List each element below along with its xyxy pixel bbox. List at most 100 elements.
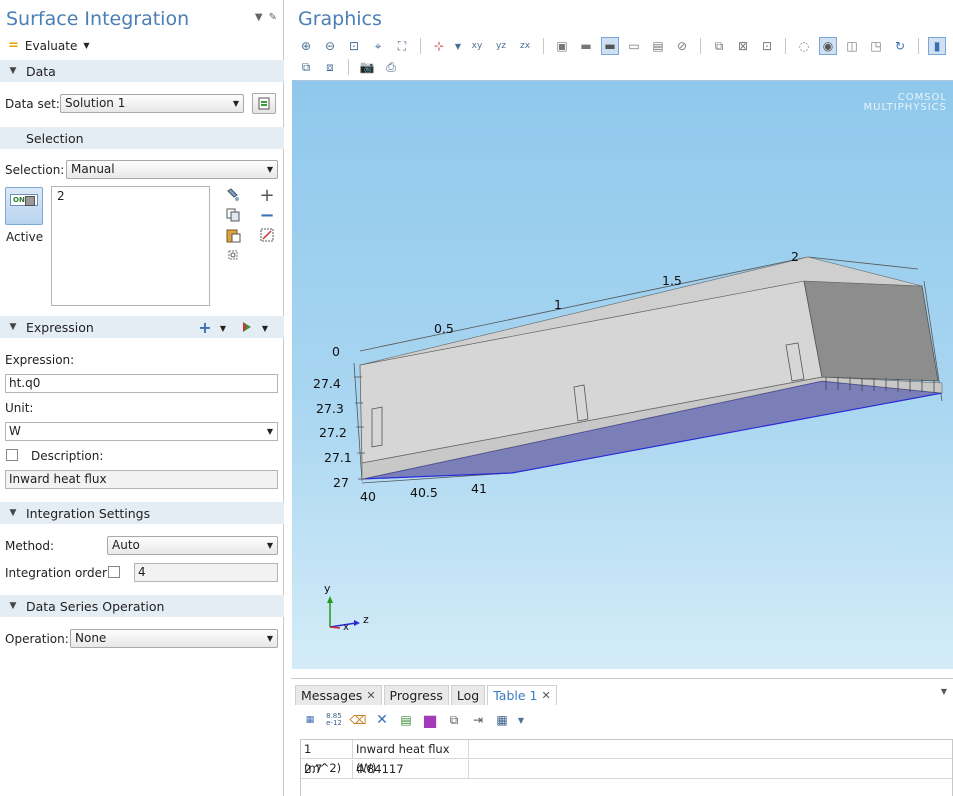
hide-geometric-icon[interactable]: ◌ [795,37,813,55]
active-toggle[interactable]: ON [5,187,43,225]
grid-icon[interactable]: ▤ [649,37,667,55]
table-header-cell[interactable]: 1 (m^2) [301,740,353,775]
render-mode-icon[interactable]: ▬ [601,37,619,55]
table-header-cell[interactable]: Inward heat flux (W) [353,740,469,775]
integration-order-input[interactable]: 4 [134,563,278,582]
graphics-viewport[interactable]: COMSOL MULTIPHYSICS 0 0.5 1 1.5 2 27.4 2… [292,80,953,669]
tab-messages[interactable]: Messages ✕ [295,685,382,705]
zoom-selected-icon[interactable]: ⌖ [369,37,387,55]
remove-from-selection-icon[interactable]: − [258,205,276,226]
zoom-to-selection-icon[interactable] [224,246,242,264]
operation-select[interactable]: None ▼ [70,629,278,648]
section-data-series-operation[interactable]: ▼ Data Series Operation [0,595,284,617]
chevron-down-icon: ▼ [266,541,273,550]
table-graph-icon[interactable]: ▤ [397,711,415,729]
zoom-out-icon[interactable]: ⊖ [321,37,339,55]
table-cell[interactable]: 2.7 [301,760,353,779]
model-view[interactable] [292,81,953,669]
method-select[interactable]: Auto ▼ [107,536,278,555]
data-set-select[interactable]: Solution 1 ▼ [60,94,244,113]
section-selection[interactable]: ▼ Selection [0,127,284,149]
tab-table-label: Table 1 [493,688,538,703]
integration-order-checkbox[interactable] [108,566,120,578]
clear-selection-icon[interactable] [258,226,276,244]
show-icon[interactable]: ◉ [819,37,837,55]
selection-label: Selection: [5,163,65,177]
clear-select-icon[interactable]: ⊡ [758,37,776,55]
add-to-selection-icon[interactable]: + [258,185,276,206]
replace-expression-icon[interactable]: + [198,318,212,337]
hide-selected-icon[interactable]: ◫ [843,37,861,55]
delete-icon[interactable]: ✕ [373,711,391,729]
chevron-down-icon[interactable]: ▼ [454,37,462,55]
tab-progress[interactable]: Progress [383,685,449,705]
chevron-down-icon: ▼ [232,99,239,108]
zx-view-icon[interactable]: zx [516,37,534,55]
axis-view-icon[interactable]: ⊹ [430,37,448,55]
scene-light-icon[interactable]: ▭ [625,37,643,55]
more-icon[interactable]: ▮ [928,37,946,55]
description-input[interactable]: Inward heat flux [5,470,278,489]
section-integration-settings[interactable]: ▼ Integration Settings [0,502,284,524]
section-data[interactable]: ▼ Data [0,60,284,82]
selection-item[interactable]: 2 [57,189,204,203]
xy-view-icon[interactable]: xy [468,37,486,55]
tab-table-1[interactable]: Table 1 ✕ [487,685,557,705]
zoom-box-icon[interactable]: ⊡ [345,37,363,55]
panel-menu-icon[interactable]: ▼ [255,12,263,23]
chevron-down-icon[interactable]: ▼ [260,320,270,336]
table-cell[interactable]: 4.84117 [353,760,469,779]
go-to-source-button[interactable] [252,93,276,114]
print-icon[interactable]: ⎙ [382,58,400,76]
clear-table-icon[interactable]: ⌫ [349,711,367,729]
copy-image-icon[interactable]: ⧉ [297,58,315,76]
table-row[interactable]: 2.7 4.84117 [301,760,952,779]
graphics-title: Graphics [298,8,382,30]
evaluate-button[interactable]: = Evaluate ▼ [8,38,89,53]
chevron-down-icon[interactable]: ▼ [941,687,947,696]
pin-icon[interactable]: ✎ [269,12,277,23]
paste-selection-icon[interactable] [224,226,242,244]
tab-log-label: Log [456,688,480,703]
table-format-icon[interactable]: ▦ [301,711,319,729]
zoom-in-icon[interactable]: ⊕ [297,37,315,55]
copy-selection-icon[interactable] [224,206,242,224]
unit-select[interactable]: W ▼ [5,422,278,441]
description-checkbox[interactable] [6,449,18,461]
copy-table-icon[interactable]: ⧉ [445,711,463,729]
paint-selection-icon[interactable] [224,186,242,204]
copy-frame-icon[interactable]: ⧈ [321,58,339,76]
method-label: Method: [5,539,55,553]
select-box-icon[interactable]: ⧉ [710,37,728,55]
results-table[interactable]: 1 (m^2) Inward heat flux (W) 2.7 4.84117 [300,739,953,796]
chevron-down-icon[interactable]: ▼ [218,320,228,336]
close-icon[interactable]: ✕ [541,689,550,702]
select-all-icon[interactable]: ⊠ [734,37,752,55]
section-expression-label: Expression [26,319,94,335]
export-icon[interactable]: ⇥ [469,711,487,729]
yz-view-icon[interactable]: yz [492,37,510,55]
selection-list[interactable]: 2 [51,186,210,306]
chevron-down-icon[interactable]: ▼ [517,711,525,729]
chevron-down-icon: ▼ [266,165,273,174]
table-view-icon[interactable]: ▦ [493,711,511,729]
table-surface-icon[interactable]: ■ [421,711,439,730]
insert-expression-icon[interactable] [240,319,254,335]
data-set-label: Data set: [5,97,60,111]
zoom-extents-icon[interactable]: ⛶ [393,37,411,55]
precision-icon[interactable]: 8.85 e-12 [325,711,343,729]
collapse-icon: ▼ [9,601,17,611]
hide-icon[interactable]: ⊘ [673,37,691,55]
expression-input[interactable]: ht.q0 [5,374,278,393]
left-tick-label: 27.2 [319,425,347,440]
tab-log[interactable]: Log [450,685,486,705]
bottom-tick-label: 40.5 [410,485,438,500]
close-icon[interactable]: ✕ [366,689,375,702]
reset-hiding-icon[interactable]: ◳ [867,37,885,55]
camera-icon[interactable]: 📷 [358,58,376,76]
active-label: Active [6,230,44,244]
transparency-icon[interactable]: ▣ [553,37,571,55]
refresh-icon[interactable]: ↻ [891,37,909,55]
selection-select[interactable]: Manual ▼ [66,160,278,179]
wireframe-icon[interactable]: ▬ [577,37,595,55]
